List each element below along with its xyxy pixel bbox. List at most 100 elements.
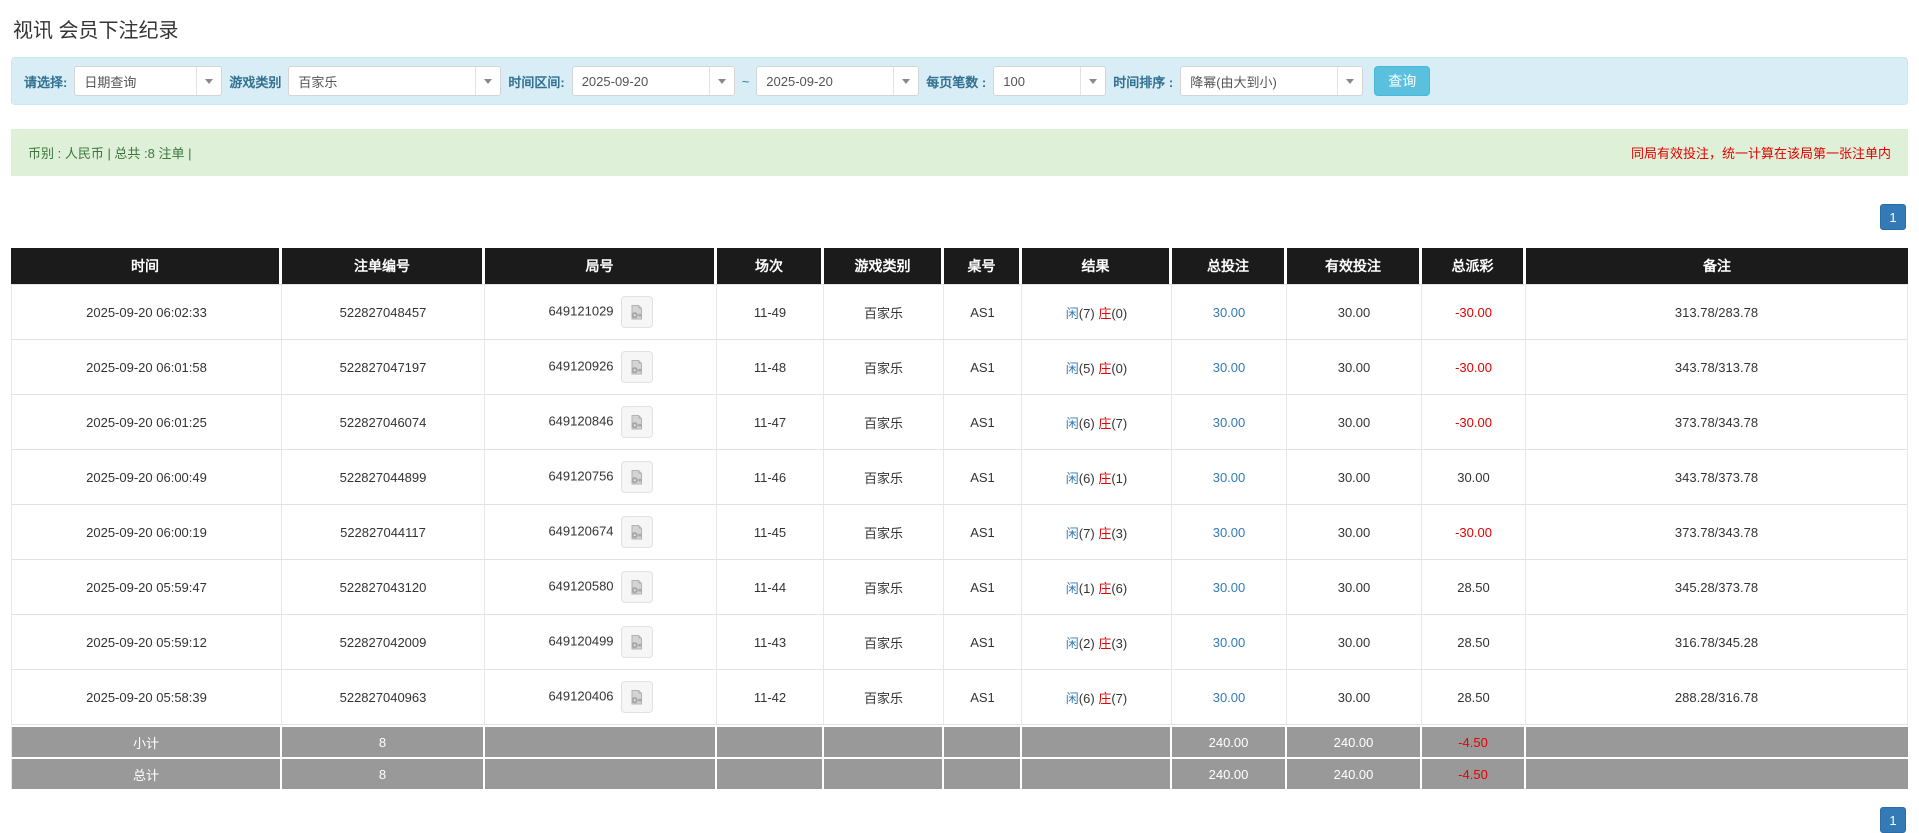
cell-result: 闲(7) 庄(0)	[1022, 284, 1172, 340]
video-file-icon	[631, 304, 643, 319]
header-game-type: 游戏类别	[824, 248, 944, 284]
query-type-value: 日期查询	[84, 74, 137, 90]
per-page-select[interactable]: 100	[993, 66, 1107, 96]
banker-result-label: 庄	[1098, 360, 1112, 376]
total-bet-link[interactable]: 30.00	[1213, 415, 1246, 430]
time-sort-select[interactable]: 降幂(由大到小)	[1180, 66, 1364, 96]
cell-remark: 373.78/343.78	[1526, 395, 1908, 450]
video-file-icon	[631, 414, 643, 429]
round-no-text: 649120756	[548, 468, 614, 484]
date-to-select[interactable]: 2025-09-20	[756, 66, 920, 96]
table-row: 2025-09-20 06:01:25 522827046074 6491208…	[11, 395, 1908, 450]
banker-result-label: 庄	[1098, 415, 1112, 431]
cell-round-no: 649120499	[485, 615, 717, 670]
cell-payout: 28.50	[1422, 615, 1526, 670]
round-no-text: 649120674	[548, 523, 614, 539]
table-row: 2025-09-20 06:02:33 522827048457 6491210…	[11, 284, 1908, 340]
cell-session: 11-47	[717, 395, 824, 450]
banker-result-points: (6)	[1111, 580, 1128, 596]
video-replay-button[interactable]	[620, 681, 653, 713]
cell-round-no: 649120756	[485, 450, 717, 505]
cell-table-no: AS1	[944, 395, 1022, 450]
cell-table-no: AS1	[944, 284, 1022, 340]
video-replay-button[interactable]	[620, 406, 653, 438]
page-1-button[interactable]: 1	[1880, 204, 1906, 230]
video-replay-button[interactable]	[620, 461, 653, 493]
table-row: 2025-09-20 05:59:47 522827043120 6491205…	[11, 560, 1908, 615]
banker-result-points: (7)	[1111, 415, 1128, 431]
video-replay-button[interactable]	[620, 516, 653, 548]
total-bet-link[interactable]: 30.00	[1213, 360, 1246, 375]
subtotal-total-bet: 240.00	[1172, 725, 1287, 759]
page-title: 视讯 会员下注纪录	[13, 20, 179, 42]
banker-result-label: 庄	[1098, 525, 1112, 541]
cell-result: 闲(6) 庄(7)	[1022, 670, 1172, 725]
cell-payout: 28.50	[1422, 560, 1526, 615]
cell-payout: -30.00	[1422, 340, 1526, 395]
cell-bet-no: 522827042009	[282, 615, 485, 670]
chevron-down-icon[interactable]	[1337, 67, 1362, 95]
cell-total-bet: 30.00	[1172, 395, 1287, 450]
date-from-select[interactable]: 2025-09-20	[571, 66, 735, 96]
player-result-label: 闲	[1065, 525, 1079, 541]
cell-table-no: AS1	[944, 670, 1022, 725]
chevron-down-icon[interactable]	[893, 67, 918, 95]
total-bet-link[interactable]: 30.00	[1213, 690, 1246, 705]
cell-valid-bet: 30.00	[1287, 560, 1422, 615]
video-replay-button[interactable]	[620, 571, 653, 603]
cell-session: 11-45	[717, 505, 824, 560]
game-type-label: 游戏类别	[229, 74, 282, 90]
summary-bar: 币别 : 人民币 | 总共 :8 注单 | 同局有效投注，统一计算在该局第一张注…	[11, 129, 1908, 176]
subtotal-count: 8	[282, 725, 485, 759]
chevron-down-icon[interactable]	[1080, 67, 1105, 95]
cell-table-no: AS1	[944, 560, 1022, 615]
total-bet-link[interactable]: 30.00	[1213, 470, 1246, 485]
chevron-down-icon[interactable]	[196, 67, 221, 95]
per-page-value: 100	[1003, 73, 1025, 89]
cell-remark: 373.78/343.78	[1526, 505, 1908, 560]
total-bet-link[interactable]: 30.00	[1213, 305, 1246, 320]
player-result-points: (6)	[1078, 690, 1095, 706]
player-result-label: 闲	[1065, 635, 1079, 651]
cell-session: 11-49	[717, 284, 824, 340]
cell-game-type: 百家乐	[824, 505, 944, 560]
player-result-points: (5)	[1078, 360, 1095, 376]
banker-result-points: (7)	[1111, 690, 1128, 706]
header-total-bet: 总投注	[1172, 248, 1287, 284]
cell-time: 2025-09-20 05:58:39	[11, 670, 282, 725]
cell-valid-bet: 30.00	[1287, 284, 1422, 340]
valid-bet-notice-text: 同局有效投注，统一计算在该局第一张注单内	[1630, 146, 1891, 161]
video-replay-button[interactable]	[620, 351, 653, 383]
cell-bet-no: 522827044899	[282, 450, 485, 505]
cell-round-no: 649120580	[485, 560, 717, 615]
header-table-no: 桌号	[944, 248, 1022, 284]
cell-result: 闲(5) 庄(0)	[1022, 340, 1172, 395]
per-page-label: 每页笔数 :	[926, 74, 987, 90]
cell-payout: -30.00	[1422, 284, 1526, 340]
video-replay-button[interactable]	[620, 626, 653, 658]
video-replay-button[interactable]	[620, 296, 653, 328]
grand-total-payout: -4.50	[1422, 759, 1526, 791]
cell-result: 闲(7) 庄(3)	[1022, 505, 1172, 560]
cell-round-no: 649120406	[485, 670, 717, 725]
search-button[interactable]: 查询	[1374, 66, 1431, 96]
cell-game-type: 百家乐	[824, 615, 944, 670]
game-type-select[interactable]: 百家乐	[288, 66, 502, 96]
total-bet-link[interactable]: 30.00	[1213, 525, 1246, 540]
chevron-down-icon[interactable]	[708, 67, 734, 95]
page-1-button[interactable]: 1	[1880, 807, 1906, 833]
currency-total-text: 币别 : 人民币 | 总共 :8 注单 |	[28, 146, 192, 161]
total-bet-link[interactable]: 30.00	[1213, 580, 1246, 595]
query-type-select[interactable]: 日期查询	[74, 66, 223, 96]
filter-bar: 请选择: 日期查询 游戏类别 百家乐 时间区间: 2025-09-20 ~ 20…	[11, 57, 1908, 105]
cell-session: 11-48	[717, 340, 824, 395]
player-result-label: 闲	[1065, 360, 1079, 376]
cell-time: 2025-09-20 06:02:33	[11, 284, 282, 340]
total-bet-link[interactable]: 30.00	[1213, 635, 1246, 650]
chevron-down-icon[interactable]	[475, 67, 500, 95]
cell-payout: -30.00	[1422, 395, 1526, 450]
cell-table-no: AS1	[944, 615, 1022, 670]
table-row: 2025-09-20 06:00:49 522827044899 6491207…	[11, 450, 1908, 505]
grand-total-valid-bet: 240.00	[1287, 759, 1422, 791]
date-to-value: 2025-09-20	[766, 73, 833, 89]
